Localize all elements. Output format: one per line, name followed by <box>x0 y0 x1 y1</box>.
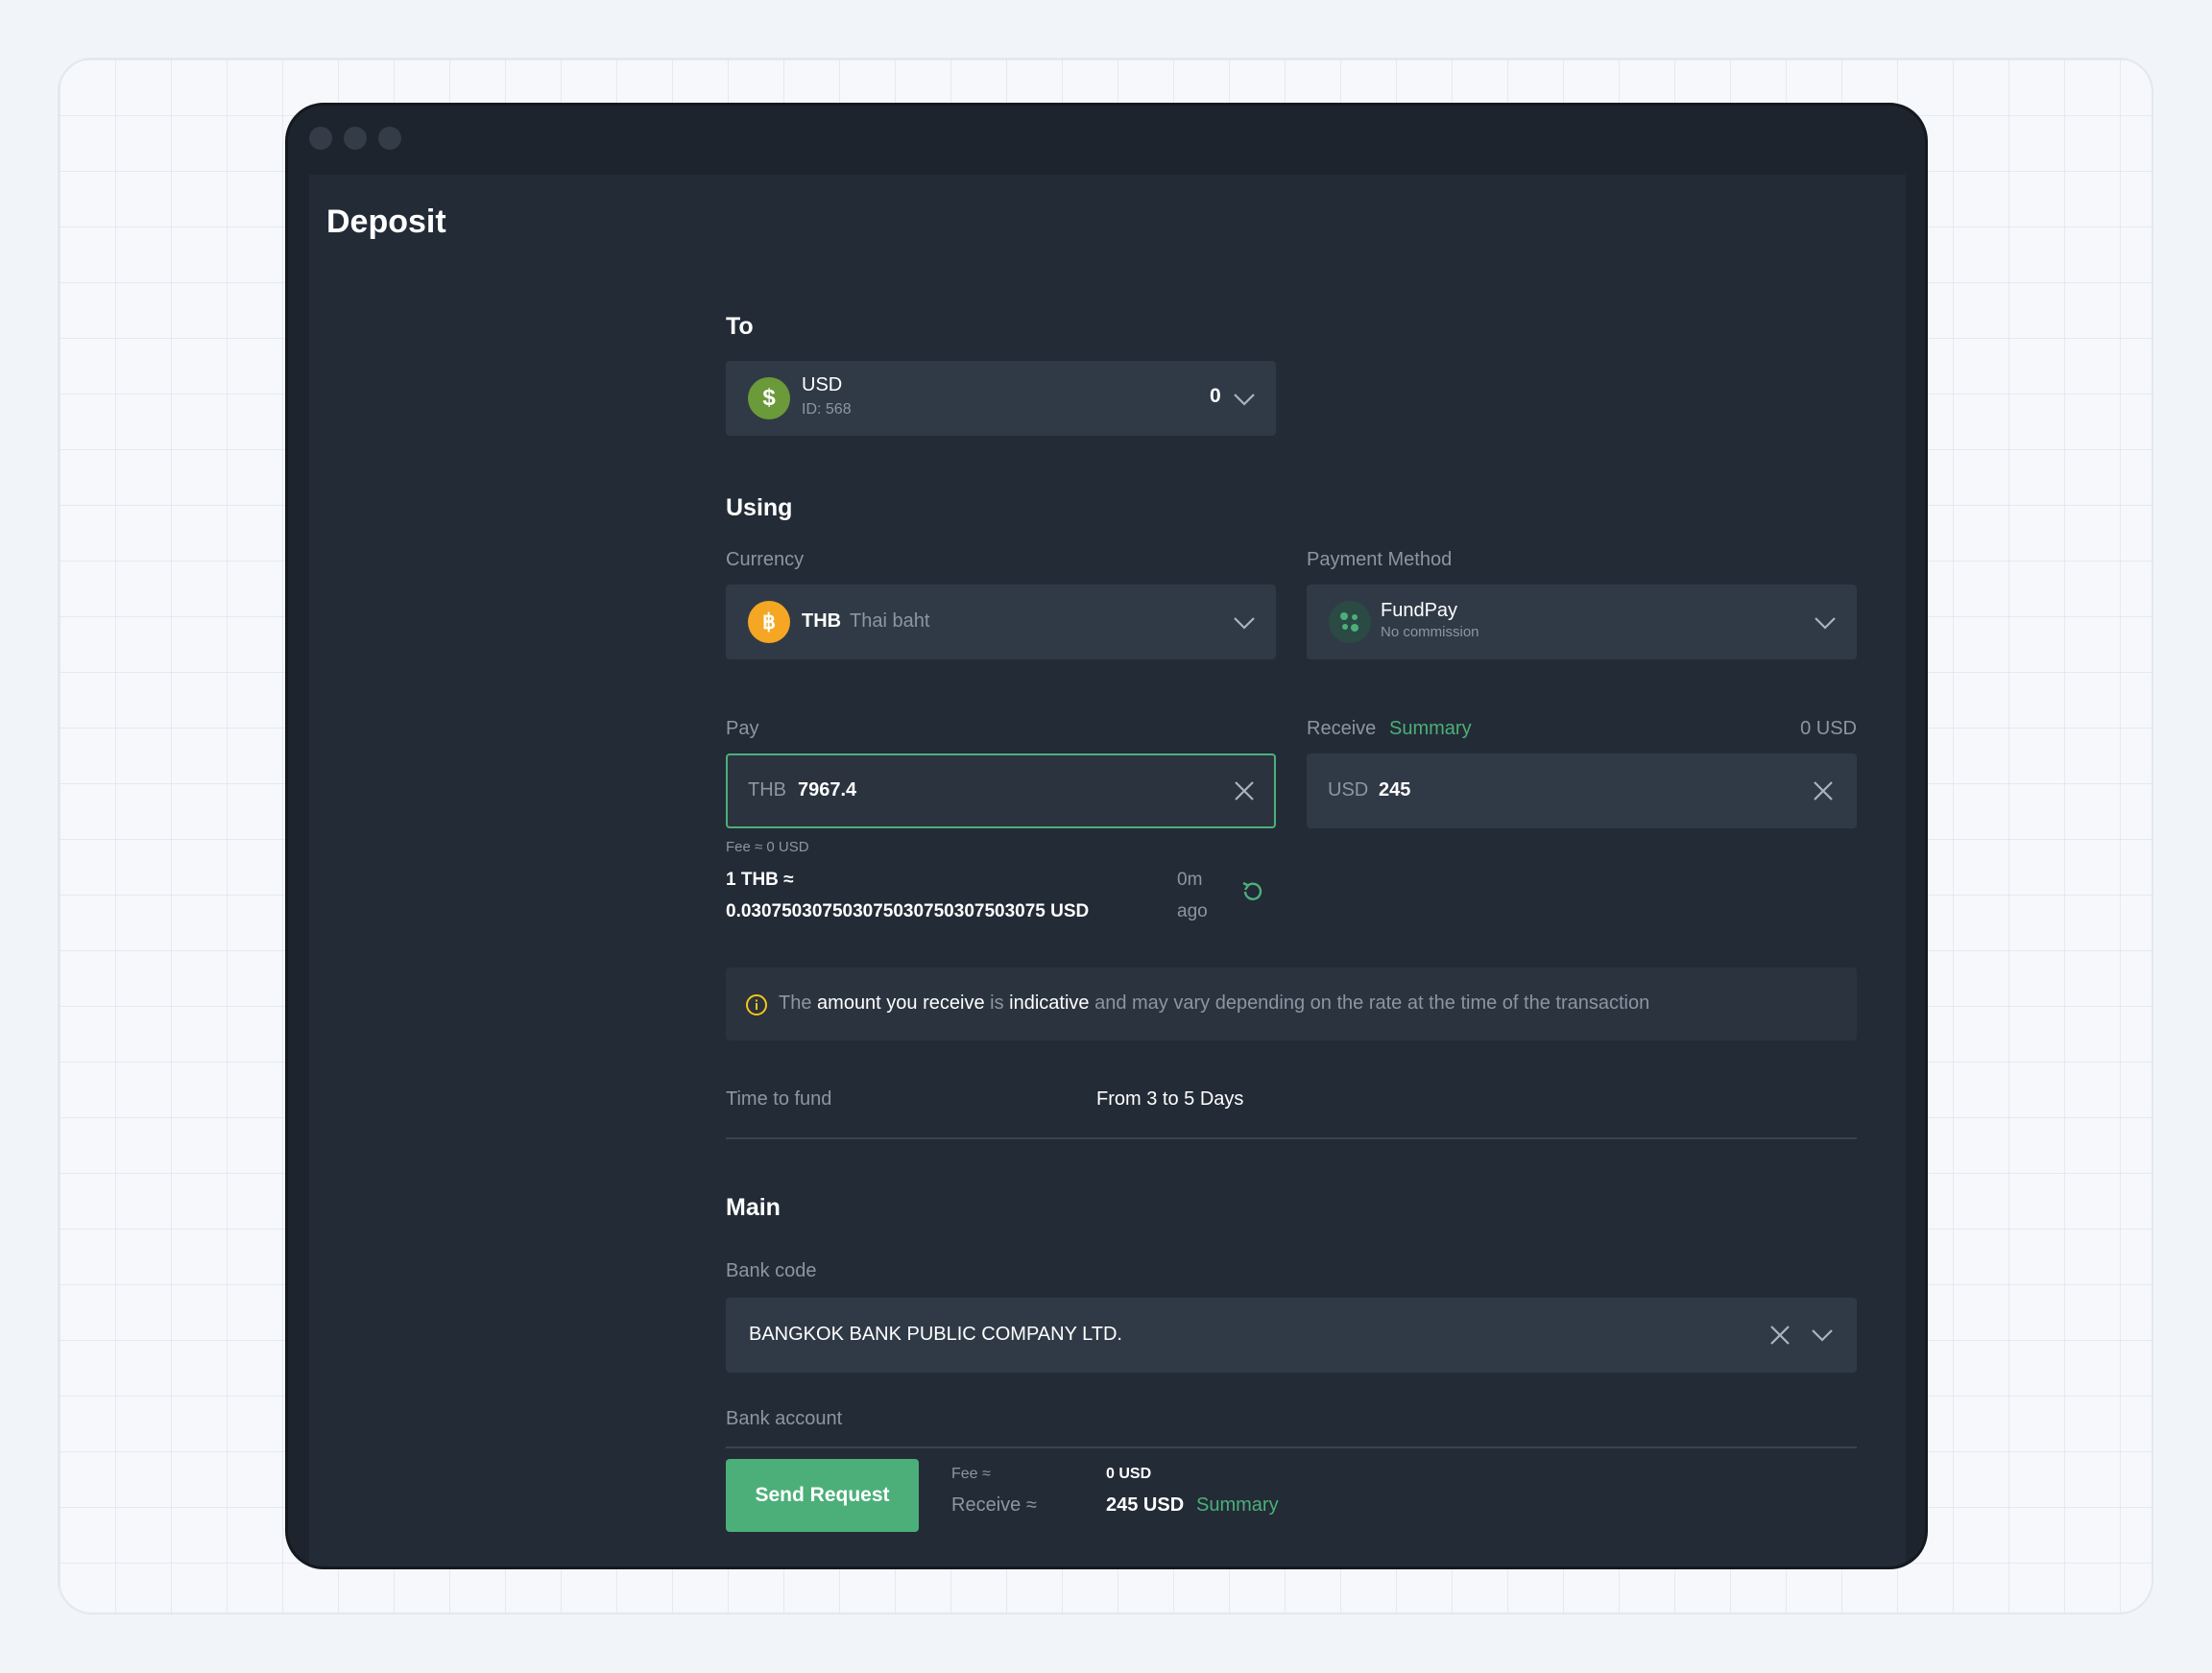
divider <box>726 1137 1857 1139</box>
notice-text-3: and may vary depending on the rate at th… <box>1089 992 1650 1014</box>
pay-label: Pay <box>726 718 759 739</box>
notice-text-1: The <box>779 992 818 1014</box>
page-title: Deposit <box>326 203 446 240</box>
chevron-down-icon[interactable] <box>1233 393 1256 406</box>
rate-line-1: 1 THB ≈ <box>726 870 794 890</box>
receive-label: Receive <box>1307 718 1377 739</box>
currency-label: Currency <box>726 549 805 570</box>
pay-currency-prefix: THB <box>748 779 786 801</box>
refresh-icon[interactable] <box>1240 879 1265 904</box>
to-section-label: To <box>726 313 754 340</box>
fee-note: Fee ≈ 0 USD <box>726 839 809 855</box>
close-icon[interactable] <box>1813 780 1834 801</box>
receive-amount-value[interactable]: 245 <box>1379 779 1410 801</box>
rate-notice-banner: The amount you receive is indicative and… <box>726 968 1857 1040</box>
receive-currency-prefix: USD <box>1328 779 1369 801</box>
receive-total: 0 USD <box>1800 718 1857 739</box>
bank-account-label: Bank account <box>726 1408 843 1429</box>
footer-fee-value: 0 USD <box>1106 1466 1152 1482</box>
bank-code-select[interactable]: BANGKOK BANK PUBLIC COMPANY LTD. <box>726 1298 1857 1373</box>
bank-code-value: BANGKOK BANK PUBLIC COMPANY LTD. <box>749 1324 1122 1345</box>
notice-text-2: is <box>984 992 1010 1014</box>
window-close-dot[interactable] <box>309 127 332 150</box>
app-window: Deposit To $ USD ID: 568 0 Using Currenc… <box>285 103 1928 1569</box>
payment-method-note: No commission <box>1381 624 1479 640</box>
rate-notice-text: The amount you receive is indicative and… <box>779 992 1649 1015</box>
to-account-currency: USD <box>802 374 843 395</box>
payment-method-label: Payment Method <box>1307 549 1453 570</box>
send-request-button[interactable]: Send Request <box>726 1459 919 1532</box>
pay-amount-input[interactable]: THB 7967.4 <box>726 753 1276 828</box>
rate-age-1: 0m <box>1177 870 1203 890</box>
payment-method-select[interactable]: FundPay No commission <box>1307 585 1857 659</box>
chevron-down-icon[interactable] <box>1814 616 1837 630</box>
to-account-balance: 0 <box>1210 385 1221 407</box>
pay-amount-value[interactable]: 7967.4 <box>798 779 856 801</box>
currency-select[interactable]: ฿ THB Thai baht <box>726 585 1276 659</box>
baht-icon: ฿ <box>748 601 790 643</box>
dollar-icon: $ <box>748 377 790 419</box>
chevron-down-icon[interactable] <box>1233 616 1256 630</box>
footer-receive-label: Receive ≈ <box>951 1494 1037 1516</box>
currency-name: Thai baht <box>850 610 930 632</box>
time-to-fund-label: Time to fund <box>726 1088 832 1110</box>
footer-fee-label: Fee ≈ <box>951 1466 991 1482</box>
footer-summary-link[interactable]: Summary <box>1196 1494 1279 1517</box>
info-icon <box>746 994 767 1016</box>
window-minimize-dot[interactable] <box>344 127 367 150</box>
currency-code: THB <box>802 610 842 632</box>
notice-emphasis-1: amount you receive <box>817 992 985 1014</box>
receive-summary-link[interactable]: Summary <box>1389 718 1472 740</box>
footer-divider <box>726 1446 1857 1448</box>
deposit-content: Deposit To $ USD ID: 568 0 Using Currenc… <box>309 175 1906 1566</box>
using-section-label: Using <box>726 494 793 521</box>
rate-age-2: ago <box>1177 901 1208 921</box>
footer-receive-value: 245 USD <box>1106 1494 1185 1516</box>
main-section-label: Main <box>726 1194 781 1221</box>
chevron-down-icon[interactable] <box>1811 1328 1834 1342</box>
to-account-id: ID: 568 <box>802 401 852 418</box>
rate-line-2: 0.030750307503075030750307503075 USD <box>726 901 1090 921</box>
to-account-select[interactable]: $ USD ID: 568 0 <box>726 361 1276 436</box>
time-to-fund-value: From 3 to 5 Days <box>1096 1088 1244 1110</box>
fundpay-logo-icon <box>1329 601 1371 643</box>
bank-code-label: Bank code <box>726 1260 817 1281</box>
payment-method-name: FundPay <box>1381 600 1458 621</box>
window-maximize-dot[interactable] <box>378 127 401 150</box>
close-icon[interactable] <box>1234 780 1255 801</box>
clear-icon[interactable] <box>1769 1325 1791 1346</box>
notice-emphasis-2: indicative <box>1009 992 1090 1014</box>
window-controls <box>309 127 401 150</box>
receive-amount-input[interactable]: USD 245 <box>1307 753 1857 828</box>
